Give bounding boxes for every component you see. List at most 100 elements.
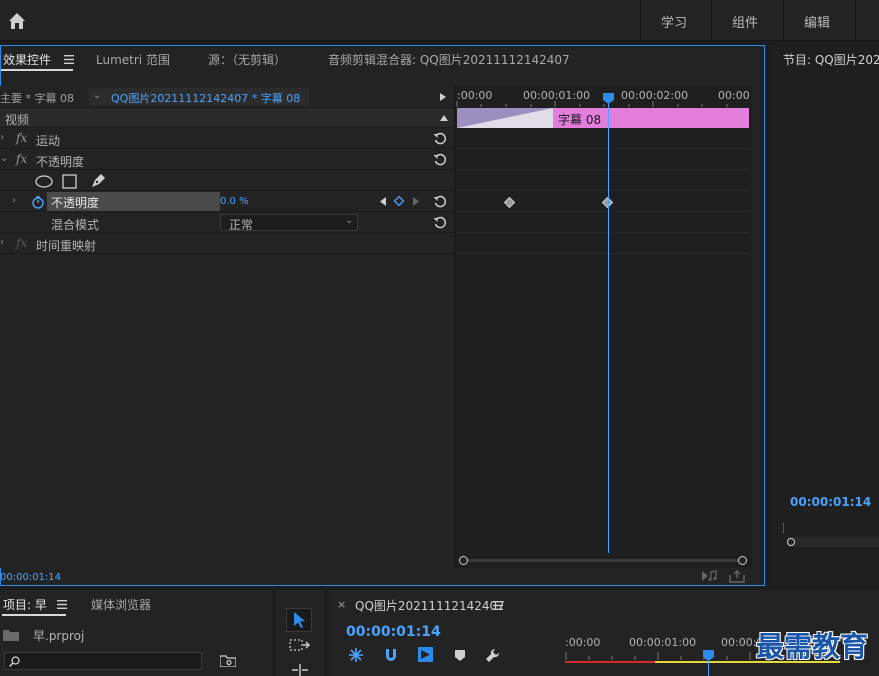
- active-tab-indicator: [1, 69, 73, 71]
- timeline-timecode[interactable]: 00:00:01:14: [346, 624, 441, 640]
- next-keyframe-icon[interactable]: [413, 197, 419, 206]
- opacity-value[interactable]: 0.0 %: [220, 196, 249, 207]
- program-timecode[interactable]: 00:00:01:14: [790, 495, 871, 509]
- reset-icon[interactable]: [433, 216, 447, 230]
- scrollbar-handle-right[interactable]: [738, 556, 747, 565]
- chevron-right-icon[interactable]: ›: [0, 237, 4, 248]
- tl-row: [456, 213, 749, 233]
- scroll-up-icon[interactable]: [440, 115, 448, 121]
- ellipse-mask-icon[interactable]: [35, 175, 53, 188]
- pen-mask-icon[interactable]: [90, 173, 106, 189]
- program-scrollbar[interactable]: [787, 537, 879, 547]
- playhead-handle[interactable]: [603, 93, 614, 104]
- rectangle-mask-icon[interactable]: [62, 174, 77, 189]
- nest-sequence-icon[interactable]: [349, 648, 363, 662]
- reset-icon[interactable]: [433, 153, 447, 167]
- tab-source[interactable]: 源：（无剪辑）: [208, 51, 286, 68]
- timeline-ruler-label: 00:00:01:00: [629, 636, 697, 649]
- prev-keyframe-icon[interactable]: [380, 197, 386, 206]
- ripple-edit-tool-icon[interactable]: [289, 664, 311, 676]
- fx-icon[interactable]: fx: [16, 131, 27, 145]
- linked-selection-icon[interactable]: [418, 647, 433, 662]
- opacity-param-highlight: 不透明度: [47, 192, 220, 211]
- blend-mode-value: 正常: [229, 218, 254, 232]
- search-icon: [9, 656, 20, 667]
- panel-menu-icon[interactable]: [57, 600, 67, 609]
- opacity-label: 不透明度: [36, 155, 85, 169]
- chevron-down-icon: ⌄: [345, 215, 354, 226]
- master-clip-label[interactable]: 主要 * 字幕 08: [0, 90, 74, 106]
- program-tick: [783, 523, 784, 533]
- timeline-tab-title[interactable]: QQ图片20211112142407: [355, 597, 505, 614]
- export-frame-icon[interactable]: [729, 570, 745, 583]
- reset-icon[interactable]: [433, 132, 447, 146]
- scrollbar-handle-left[interactable]: [459, 556, 468, 565]
- fx-icon[interactable]: fx: [16, 152, 27, 166]
- timeline-playhead-handle[interactable]: [703, 650, 714, 661]
- program-title[interactable]: 节目: QQ图片2021: [783, 51, 879, 68]
- tab-lumetri-scopes[interactable]: Lumetri 范围: [96, 51, 170, 68]
- track-select-tool-icon[interactable]: [289, 639, 311, 655]
- play-triangle-icon[interactable]: [440, 93, 446, 101]
- blend-mode-dropdown[interactable]: 正常 ⌄: [220, 214, 358, 232]
- keyframe-diamond[interactable]: [504, 197, 515, 208]
- chevron-right-icon[interactable]: ›: [12, 195, 16, 206]
- nav-editing[interactable]: 编辑: [804, 12, 830, 31]
- fx-icon: fx: [16, 236, 28, 250]
- program-monitor-panel: 节目: QQ图片2021 00:00:01:14: [771, 45, 879, 586]
- add-marker-icon[interactable]: [455, 650, 465, 661]
- nav-learning[interactable]: 学习: [661, 12, 687, 31]
- chevron-right-icon[interactable]: ›: [0, 132, 4, 143]
- effect-row-opacity[interactable]: ⌄ fx 不透明度: [0, 150, 454, 170]
- nav-divider: [640, 0, 641, 40]
- wrench-icon[interactable]: [485, 648, 500, 663]
- transition-ramp[interactable]: [457, 108, 553, 128]
- sequence-clip-selector[interactable]: ⌄ QQ图片20211112142407 * 字幕 08: [89, 88, 309, 106]
- watermark: 最需教育: [756, 630, 869, 663]
- video-section-header: 视频: [0, 108, 454, 128]
- nav-divider: [711, 0, 712, 40]
- playhead-line: [608, 100, 609, 553]
- effect-row-time-remap[interactable]: › fx 时间重映射: [0, 234, 454, 254]
- chevron-down-icon: ⌄: [93, 90, 102, 101]
- ec-horizontal-scrollbar[interactable]: [459, 556, 748, 565]
- ec-timecode[interactable]: 00:00:01:14: [0, 572, 61, 583]
- blend-mode-label: 混合模式: [51, 218, 100, 232]
- scrollbar-track: [463, 559, 744, 562]
- project-search-input[interactable]: [4, 652, 202, 670]
- snap-magnet-icon[interactable]: [384, 648, 398, 662]
- tab-audio-clip-mixer[interactable]: 音频剪辑混合器: QQ图片20211112142407: [328, 51, 570, 68]
- stopwatch-icon[interactable]: [31, 195, 45, 209]
- home-icon[interactable]: [7, 11, 27, 31]
- program-scroll-handle[interactable]: [787, 538, 795, 546]
- tab-media-browser[interactable]: 媒体浏览器: [91, 596, 151, 613]
- audio-only-icon[interactable]: [702, 570, 718, 582]
- add-keyframe-icon[interactable]: [394, 196, 404, 206]
- nav-divider: [783, 0, 784, 40]
- tools-panel: [276, 590, 324, 676]
- tl-row: [456, 234, 749, 254]
- tab-project[interactable]: 项目: 早: [3, 596, 47, 613]
- video-label: 视频: [5, 113, 30, 127]
- panel-menu-icon[interactable]: [493, 601, 503, 610]
- active-tab-indicator: [2, 614, 66, 616]
- clip-header-row: 主要 * 字幕 08 ⌄ QQ图片20211112142407 * 字幕 08: [0, 86, 454, 108]
- timeline-ruler-label: :00:00: [565, 636, 601, 649]
- opacity-param-row[interactable]: › 不透明度 0.0 %: [0, 192, 454, 212]
- panel-menu-icon[interactable]: [64, 55, 74, 64]
- project-panel: 项目: 早 媒体浏览器 早.prproj: [0, 590, 272, 676]
- title-clip[interactable]: 字幕 08: [553, 108, 749, 128]
- new-bin-icon[interactable]: [220, 654, 236, 667]
- tab-effect-controls[interactable]: 效果控件: [3, 51, 51, 68]
- nav-assembly[interactable]: 组件: [732, 12, 758, 31]
- project-file-name: 早.prproj: [33, 629, 85, 643]
- effect-row-motion[interactable]: › fx 运动: [0, 129, 454, 149]
- time-remap-label: 时间重映射: [36, 239, 97, 253]
- chevron-down-icon[interactable]: ⌄: [0, 153, 8, 164]
- tl-row: [456, 150, 749, 170]
- title-clip-label: 字幕 08: [558, 113, 602, 127]
- arrow-cursor-icon: [294, 612, 305, 628]
- close-icon[interactable]: ×: [337, 598, 346, 611]
- reset-icon[interactable]: [433, 195, 447, 209]
- selection-tool-button[interactable]: [286, 608, 312, 632]
